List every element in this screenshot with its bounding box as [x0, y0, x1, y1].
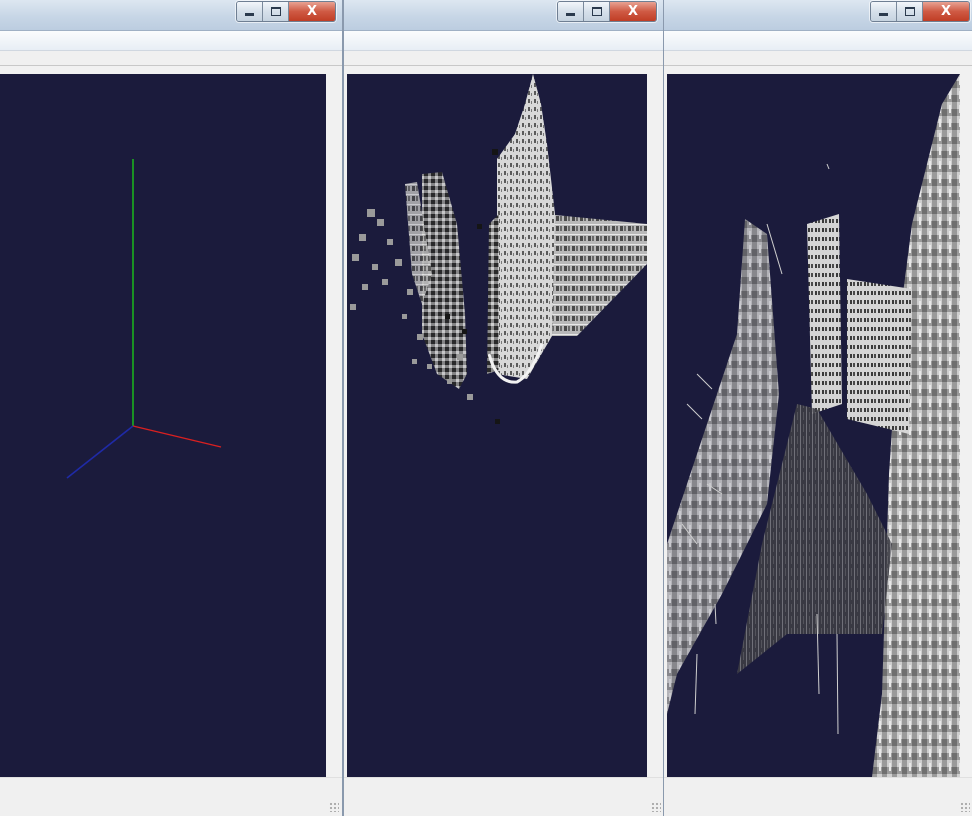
close-button[interactable]: X	[923, 2, 969, 21]
menu-bar	[664, 31, 972, 51]
window-left: X	[0, 0, 343, 816]
title-bar[interactable]: X	[344, 0, 664, 31]
toolbar	[664, 51, 972, 66]
minimize-button[interactable]	[871, 2, 897, 21]
status-bar	[664, 777, 972, 816]
close-icon: X	[627, 4, 639, 19]
facade-building	[847, 279, 912, 434]
3d-viewport[interactable]	[0, 74, 326, 777]
maximize-icon	[904, 7, 915, 16]
status-bar	[0, 777, 342, 816]
voxel-building-model	[350, 74, 647, 424]
status-bar	[344, 777, 664, 816]
close-icon: X	[940, 4, 952, 19]
resize-grip-icon[interactable]	[329, 802, 339, 812]
title-bar[interactable]: X	[0, 0, 342, 31]
resize-grip-icon[interactable]	[960, 802, 970, 812]
left-tower	[487, 214, 499, 374]
caption-buttons: X	[870, 1, 970, 22]
maximize-icon	[270, 7, 281, 16]
axes-gizmo	[66, 159, 222, 479]
caption-buttons: X	[236, 1, 336, 22]
x-axis	[132, 425, 222, 448]
close-button[interactable]: X	[610, 2, 656, 21]
caption-buttons: X	[557, 1, 657, 22]
minimize-icon	[245, 13, 254, 16]
maximize-icon	[591, 7, 602, 16]
maximize-button[interactable]	[897, 2, 923, 21]
distant-building	[807, 214, 842, 414]
minimize-icon	[879, 13, 888, 16]
minimize-button[interactable]	[558, 2, 584, 21]
close-button[interactable]: X	[289, 2, 335, 21]
maximize-button[interactable]	[584, 2, 610, 21]
facade-wing	[545, 214, 647, 336]
3d-viewport[interactable]	[667, 74, 960, 777]
close-icon: X	[306, 4, 318, 19]
title-bar[interactable]: X	[664, 0, 972, 31]
window-middle: X	[343, 0, 665, 816]
toolbar	[0, 51, 342, 66]
window-right: X	[663, 0, 972, 816]
resize-grip-icon[interactable]	[651, 802, 661, 812]
z-axis	[66, 425, 134, 479]
toolbar	[344, 51, 664, 66]
main-tower	[497, 74, 555, 379]
menu-bar	[0, 31, 342, 51]
3d-viewport[interactable]	[347, 74, 647, 777]
street-scene-model	[667, 74, 960, 777]
maximize-button[interactable]	[263, 2, 289, 21]
minimize-icon	[566, 13, 575, 16]
menu-bar	[344, 31, 664, 51]
minimize-button[interactable]	[237, 2, 263, 21]
